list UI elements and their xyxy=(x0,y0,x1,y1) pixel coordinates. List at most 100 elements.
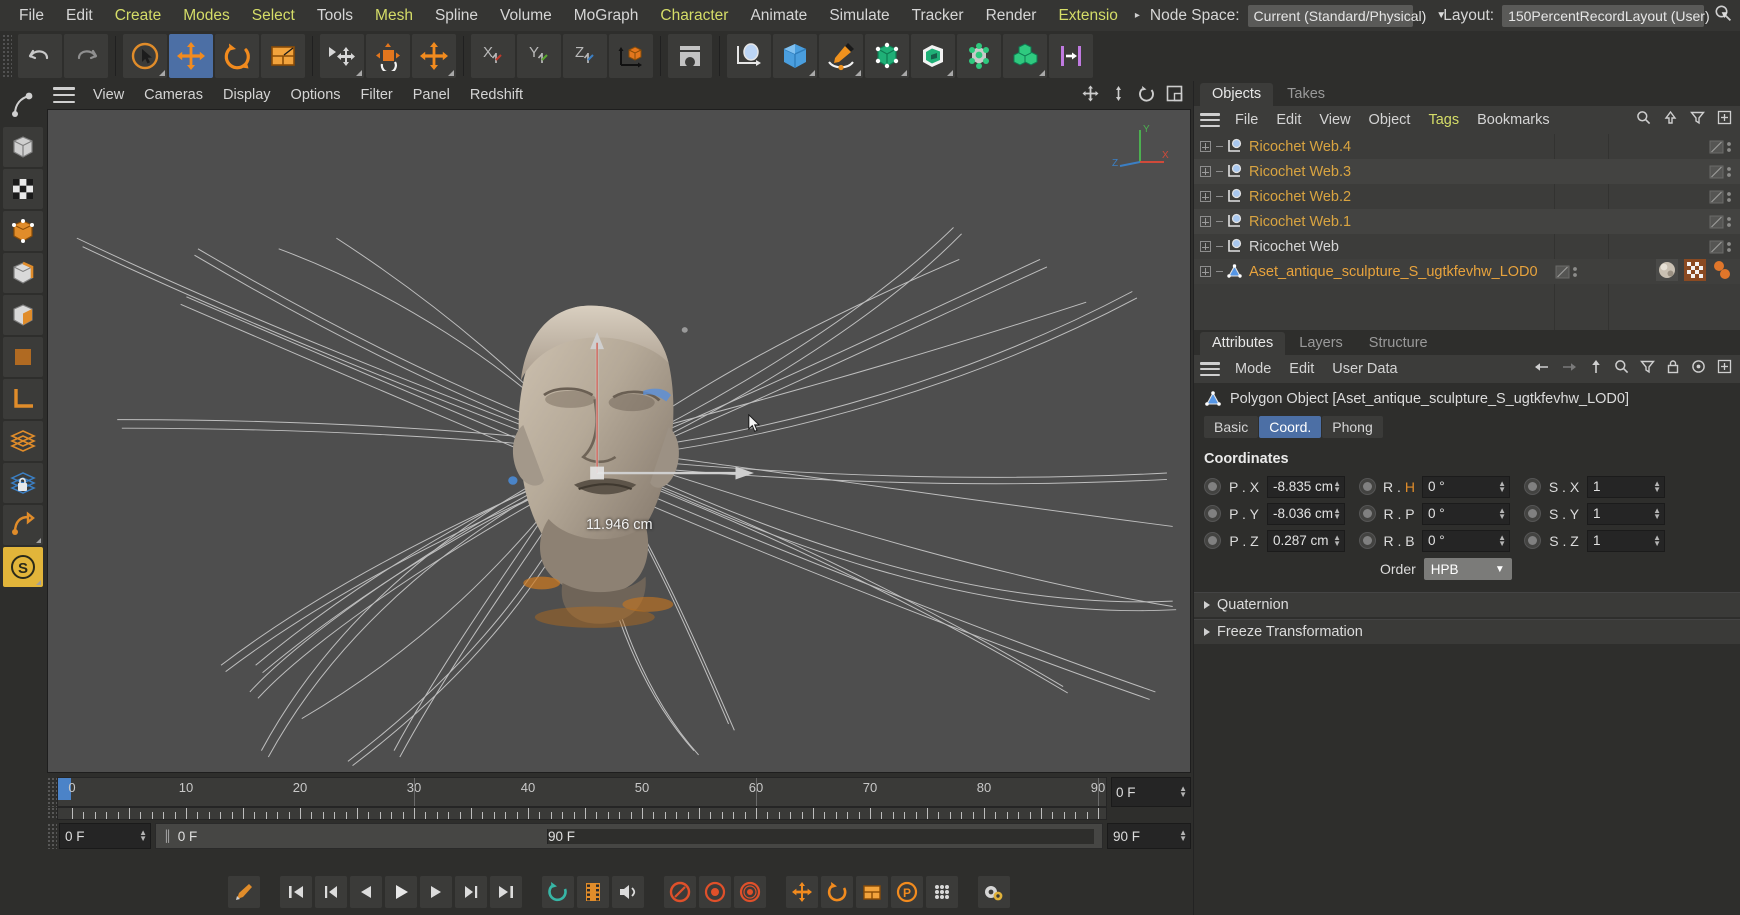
render-settings[interactable] xyxy=(773,34,817,78)
menu-item-select[interactable]: Select xyxy=(241,0,306,31)
object-axis-tool[interactable] xyxy=(366,34,410,78)
timeline-ruler[interactable]: 0102030405060708090 xyxy=(57,777,1107,807)
stepper-icon[interactable]: ▲ ▼ xyxy=(1333,506,1341,520)
render-view-icon[interactable] xyxy=(668,34,712,78)
parameter-key-icon[interactable]: P xyxy=(891,876,923,908)
filter-icon[interactable] xyxy=(1690,110,1705,130)
layout-select[interactable]: 150PercentRecordLayout (User) ▼ xyxy=(1502,4,1730,27)
expand-toggle-icon[interactable] xyxy=(1194,166,1216,177)
object-visibility-dots[interactable] xyxy=(1704,239,1740,255)
subtab-phong[interactable]: Phong xyxy=(1322,416,1383,438)
subtab-coord[interactable]: Coord. xyxy=(1259,416,1322,438)
stepper-icon[interactable]: ▲ ▼ xyxy=(1333,479,1341,493)
lock-y-axis[interactable]: Y xyxy=(517,34,561,78)
move-axis-tool[interactable] xyxy=(412,34,456,78)
sound-icon[interactable] xyxy=(612,876,644,908)
stepper-icon[interactable]: ▲ ▼ xyxy=(1653,533,1661,547)
snap-icon[interactable] xyxy=(2,505,43,545)
stepper-icon[interactable]: ▲ ▼ xyxy=(1333,533,1341,547)
rotation-b-field[interactable]: 0 ° ▲ ▼ xyxy=(1422,529,1510,552)
hamburger-icon[interactable] xyxy=(53,87,75,103)
world-coordinate-system[interactable] xyxy=(609,34,653,78)
rotation-key-icon[interactable] xyxy=(821,876,853,908)
object-row-ricochet-web-4[interactable]: Ricochet Web.4 xyxy=(1194,134,1740,159)
object-row-ricochet-web-1[interactable]: Ricochet Web.1 xyxy=(1194,209,1740,234)
object-row-ricochet-web[interactable]: Ricochet Web xyxy=(1194,234,1740,259)
make-editable-icon[interactable] xyxy=(3,85,43,125)
edge-mode-icon[interactable] xyxy=(2,253,43,293)
menu-item-animate[interactable]: Animate xyxy=(739,0,818,31)
om-menu-edit[interactable]: Edit xyxy=(1267,112,1310,128)
position-z-radio[interactable] xyxy=(1204,532,1221,549)
point-tag-icon[interactable] xyxy=(1712,259,1732,285)
snap-settings-icon[interactable]: S xyxy=(2,547,43,587)
menu-item-spline[interactable]: Spline xyxy=(424,0,489,31)
object-row-aset-antique-sculpture[interactable]: Aset_antique_sculpture_S_ugtkfevhw_LOD0 xyxy=(1194,258,1740,285)
viewport-menu-display[interactable]: Display xyxy=(213,81,281,109)
step-forward-icon[interactable] xyxy=(420,876,452,908)
loop-icon[interactable] xyxy=(542,876,574,908)
point-level-animation-icon[interactable] xyxy=(926,876,958,908)
hamburger-icon[interactable] xyxy=(1200,362,1220,376)
position-y-field[interactable]: -8.036 cm ▲ ▼ xyxy=(1267,502,1345,525)
move-gizmo[interactable] xyxy=(48,110,1190,772)
enable-axis-icon[interactable] xyxy=(2,421,43,461)
menu-item-tools[interactable]: Tools xyxy=(306,0,364,31)
freeze-transformation-fold[interactable]: Freeze Transformation xyxy=(1194,619,1740,644)
object-visibility-dots[interactable] xyxy=(1704,139,1740,155)
menu-item-render[interactable]: Render xyxy=(975,0,1048,31)
live-selection-tool[interactable] xyxy=(123,34,167,78)
timeline-grip[interactable] xyxy=(47,777,57,807)
menu-item-mograph[interactable]: MoGraph xyxy=(563,0,650,31)
add-icon[interactable] xyxy=(1717,359,1732,379)
menu-item-create[interactable]: Create xyxy=(104,0,173,31)
object-visibility-dots[interactable] xyxy=(1704,214,1740,230)
position-y-radio[interactable] xyxy=(1204,505,1221,522)
object-list[interactable]: Ricochet Web.4 Ricochet Web.3 Ricochet W… xyxy=(1194,134,1740,330)
position-z-field[interactable]: 0.287 cm ▲ ▼ xyxy=(1267,529,1345,552)
lock-workplane-icon[interactable] xyxy=(2,463,43,503)
zoom-view-icon[interactable] xyxy=(1110,85,1127,107)
object-visibility-dots[interactable] xyxy=(1704,189,1740,205)
forward-arrow-icon[interactable] xyxy=(1561,360,1578,379)
record-active-objects-icon[interactable] xyxy=(228,876,260,908)
world-object-axis-tool[interactable] xyxy=(320,34,364,78)
rotation-h-radio[interactable] xyxy=(1359,478,1376,495)
lock-z-axis[interactable]: Z xyxy=(563,34,607,78)
rotate-tool[interactable] xyxy=(215,34,259,78)
current-frame-field[interactable]: 0 F ▲ ▼ xyxy=(1111,777,1191,807)
rotation-p-field[interactable]: 0 ° ▲ ▼ xyxy=(1422,502,1510,525)
scale-x-field[interactable]: 1 ▲ ▼ xyxy=(1587,475,1665,498)
tab-objects[interactable]: Objects xyxy=(1200,83,1274,106)
go-to-start-icon[interactable] xyxy=(280,876,312,908)
stepper-icon[interactable]: ▲ ▼ xyxy=(1498,533,1506,547)
texture-mode-icon[interactable] xyxy=(2,169,43,209)
quaternion-fold[interactable]: Quaternion xyxy=(1194,592,1740,617)
menu-item-tracker[interactable]: Tracker xyxy=(901,0,975,31)
hamburger-icon[interactable] xyxy=(1200,113,1220,127)
menu-item-character[interactable]: Character xyxy=(649,0,739,31)
array-object[interactable] xyxy=(957,34,1001,78)
material-tag-icon[interactable] xyxy=(1656,258,1678,285)
tab-takes[interactable]: Takes xyxy=(1275,83,1337,106)
generator-object[interactable] xyxy=(1003,34,1047,78)
stepper-icon[interactable]: ▲ ▼ xyxy=(1498,479,1506,493)
stepper-icon[interactable]: ▲ ▼ xyxy=(1498,506,1506,520)
menu-overflow-icon[interactable]: ▸ xyxy=(1129,10,1146,21)
scale-key-icon[interactable] xyxy=(856,876,888,908)
polygon-mode-icon[interactable] xyxy=(2,295,43,335)
stepper-icon[interactable]: ▲ ▼ xyxy=(1179,785,1187,799)
expand-toggle-icon[interactable] xyxy=(1194,241,1216,252)
range-handle-icon[interactable]: ∥ xyxy=(164,828,171,844)
expand-toggle-icon[interactable] xyxy=(1194,266,1216,277)
record-icon[interactable] xyxy=(664,876,696,908)
step-back-icon[interactable] xyxy=(350,876,382,908)
viewport-menu-options[interactable]: Options xyxy=(281,81,351,109)
point-mode-icon[interactable] xyxy=(2,211,43,251)
position-key-icon[interactable] xyxy=(786,876,818,908)
go-to-end-icon[interactable] xyxy=(490,876,522,908)
viewport-menu-cameras[interactable]: Cameras xyxy=(134,81,213,109)
tab-attributes[interactable]: Attributes xyxy=(1200,332,1286,355)
object-visibility-dots[interactable] xyxy=(1704,164,1740,180)
menu-item-file[interactable]: File xyxy=(8,0,55,31)
